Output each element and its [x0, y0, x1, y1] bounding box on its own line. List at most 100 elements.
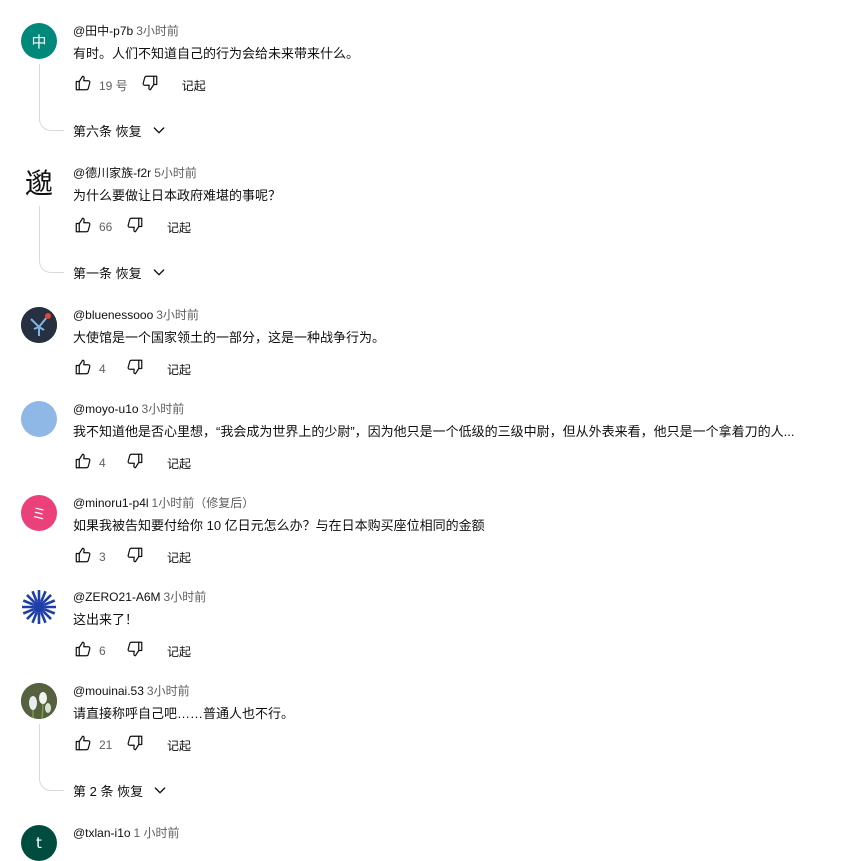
- thread-connector: [39, 724, 64, 791]
- like-button[interactable]: [73, 733, 93, 757]
- dislike-button[interactable]: [125, 357, 145, 381]
- comment-author[interactable]: @德川家族-f2r: [73, 166, 151, 180]
- comment-header: @德川家族-f2r 5小时前: [73, 165, 197, 181]
- avatar[interactable]: 中: [21, 23, 57, 59]
- thread-connector: [39, 206, 64, 273]
- thumb-down-icon: [126, 734, 144, 757]
- show-replies-button[interactable]: 第一条 恢复: [73, 262, 167, 282]
- comment-text: 请直接称呼自己吧……普通人也不行。: [73, 706, 295, 721]
- like-count: 21: [99, 738, 113, 752]
- avatar[interactable]: 邈: [21, 165, 57, 201]
- comment-author[interactable]: @ZERO21-A6M: [73, 590, 161, 604]
- chevron-down-icon: [152, 782, 168, 798]
- avatar[interactable]: [21, 589, 57, 625]
- reply-button[interactable]: 记起: [167, 737, 191, 754]
- like-button[interactable]: [73, 73, 93, 97]
- comment-time[interactable]: 1 小时前: [134, 826, 180, 840]
- chevron-down-icon: [151, 122, 167, 138]
- like-count: 66: [99, 220, 113, 234]
- avatar[interactable]: t: [21, 825, 57, 861]
- comment-text: 有时。人们不知道自己的行为会给未来带来什么。: [73, 46, 360, 61]
- comment-header: @txlan-i1o 1 小时前: [73, 825, 180, 841]
- comment-time[interactable]: 3小时前: [136, 24, 179, 38]
- comment-text: 如果我被告知要付给你 10 亿日元怎么办？与在日本购买座位相同的金额: [73, 518, 485, 533]
- thumb-down-icon: [126, 358, 144, 381]
- comment-author[interactable]: @txlan-i1o: [73, 826, 131, 840]
- show-replies-button[interactable]: 第 2 条 恢复: [73, 780, 168, 800]
- reply-button[interactable]: 记起: [167, 549, 191, 566]
- like-button[interactable]: [73, 639, 93, 663]
- like-count: 4: [99, 362, 106, 376]
- dislike-button[interactable]: [125, 545, 145, 569]
- comment-header: @minoru1-p4l 1小时前（修复后）: [73, 495, 254, 511]
- comment-actions: 19 号 记起: [73, 73, 206, 97]
- avatar[interactable]: ミ: [21, 495, 57, 531]
- dislike-button[interactable]: [125, 215, 145, 239]
- dislike-button[interactable]: [140, 73, 160, 97]
- like-count: 19 号: [99, 78, 128, 93]
- comment-actions: 6 记起: [73, 639, 191, 663]
- comment-author[interactable]: @田中-p7b: [73, 24, 133, 38]
- avatar[interactable]: [21, 401, 57, 437]
- thumb-down-icon: [126, 452, 144, 475]
- comment-time[interactable]: 3小时前: [147, 684, 190, 698]
- thumb-down-icon: [126, 640, 144, 663]
- replies-label: 第六条 恢复: [73, 123, 142, 139]
- thumb-up-icon: [74, 358, 92, 381]
- comment-time[interactable]: 3小时前: [164, 590, 207, 604]
- comment-time[interactable]: 5小时前: [154, 166, 197, 180]
- comment-actions: 3 记起: [73, 545, 191, 569]
- thread-connector: [39, 64, 64, 131]
- thumb-up-icon: [74, 546, 92, 569]
- comment-text: 大使馆是一个国家领土的一部分，这是一种战争行为。: [73, 330, 386, 345]
- comment-author[interactable]: @moyo-u1o: [73, 402, 139, 416]
- like-button[interactable]: [73, 357, 93, 381]
- comment-text: 为什么要做让日本政府难堪的事呢？: [73, 188, 282, 203]
- comment-time[interactable]: 3小时前: [142, 402, 185, 416]
- dislike-button[interactable]: [125, 639, 145, 663]
- like-count: 4: [99, 456, 106, 470]
- thumb-up-icon: [74, 452, 92, 475]
- dislike-button[interactable]: [125, 451, 145, 475]
- comment-author[interactable]: @bluenessooo: [73, 308, 153, 322]
- avatar[interactable]: [21, 307, 57, 343]
- like-count: 6: [99, 644, 106, 658]
- comment-header: @moyo-u1o 3小时前: [73, 401, 184, 417]
- reply-button[interactable]: 记起: [182, 77, 206, 94]
- comment-actions: 4 记起: [73, 357, 191, 381]
- comment-text: 我不知道他是否心里想，“我会成为世界上的少尉”，因为他只是一个低级的三级中尉，但…: [73, 424, 795, 439]
- comment-actions: 66 记起: [73, 215, 191, 239]
- comment-header: @mouinai.53 3小时前: [73, 683, 190, 699]
- comment-author[interactable]: @minoru1-p4l: [73, 496, 149, 510]
- comment-header: @田中-p7b 3小时前: [73, 23, 179, 39]
- comment-actions: 21 记起: [73, 733, 191, 757]
- replies-label: 第 2 条 恢复: [73, 783, 144, 799]
- reply-button[interactable]: 记起: [167, 643, 191, 660]
- dislike-button[interactable]: [125, 733, 145, 757]
- chevron-down-icon: [151, 264, 167, 280]
- comment-header: @bluenessooo 3小时前: [73, 307, 199, 323]
- thumb-up-icon: [74, 74, 92, 97]
- comment-time[interactable]: 3小时前: [156, 308, 199, 322]
- show-replies-button[interactable]: 第六条 恢复: [73, 120, 167, 140]
- comment-author[interactable]: @mouinai.53: [73, 684, 144, 698]
- like-button[interactable]: [73, 215, 93, 239]
- thumb-down-icon: [126, 216, 144, 239]
- thumb-down-icon: [126, 546, 144, 569]
- svg-text:邈: 邈: [25, 167, 53, 200]
- like-button[interactable]: [73, 451, 93, 475]
- comment-time[interactable]: 1小时前（修复后）: [152, 496, 255, 510]
- comment-text: 这出来了！: [73, 612, 139, 627]
- like-count: 3: [99, 550, 106, 564]
- comment-header: @ZERO21-A6M 3小时前: [73, 589, 206, 605]
- avatar[interactable]: [21, 683, 57, 719]
- reply-button[interactable]: 记起: [167, 361, 191, 378]
- thumb-up-icon: [74, 216, 92, 239]
- reply-button[interactable]: 记起: [167, 219, 191, 236]
- thumb-up-icon: [74, 734, 92, 757]
- reply-button[interactable]: 记起: [167, 455, 191, 472]
- like-button[interactable]: [73, 545, 93, 569]
- comment-actions: 4 记起: [73, 451, 191, 475]
- replies-label: 第一条 恢复: [73, 265, 142, 281]
- thumb-up-icon: [74, 640, 92, 663]
